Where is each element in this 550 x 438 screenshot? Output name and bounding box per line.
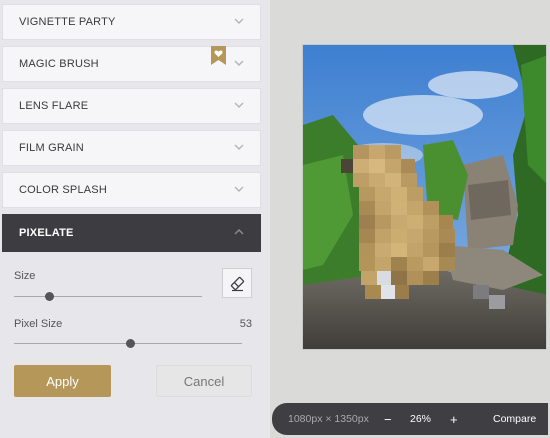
chevron-down-icon <box>234 102 244 108</box>
pixel-size-label: Pixel Size <box>14 318 63 330</box>
zoom-level: 26% <box>410 413 432 425</box>
pixel-size-slider-knob[interactable] <box>125 339 135 348</box>
section-label: MAGIC BRUSH <box>19 58 99 70</box>
section-pixelate[interactable]: PIXELATE <box>2 214 261 252</box>
image-dimensions: 1080px × 1350px <box>288 413 369 425</box>
chevron-down-icon <box>234 144 244 150</box>
chevron-down-icon <box>234 18 244 24</box>
apply-button[interactable]: Apply <box>14 365 111 397</box>
chevron-down-icon <box>234 186 244 192</box>
heart-bookmark-icon <box>211 46 226 65</box>
section-label: VIGNETTE PARTY <box>19 16 116 28</box>
size-slider-knob[interactable] <box>45 292 55 301</box>
canvas-area <box>270 0 550 438</box>
photo-preview[interactable] <box>302 44 547 350</box>
eraser-button[interactable] <box>222 268 252 298</box>
section-label: FILM GRAIN <box>19 142 84 154</box>
zoom-in-button[interactable]: + <box>450 412 458 427</box>
size-slider-track[interactable] <box>14 296 202 297</box>
section-label: PIXELATE <box>19 227 74 239</box>
section-label: COLOR SPLASH <box>19 184 107 196</box>
section-vignette-party[interactable]: VIGNETTE PARTY <box>2 4 261 40</box>
size-label: Size <box>14 270 36 282</box>
chevron-up-icon <box>234 229 244 235</box>
compare-button[interactable]: Compare <box>493 413 536 425</box>
effects-panel: VIGNETTE PARTY MAGIC BRUSH LENS FLARE FI… <box>0 0 270 438</box>
chevron-down-icon <box>234 60 244 66</box>
zoom-toolbar: 1080px × 1350px − 26% + Compare <box>272 403 548 435</box>
pixel-size-value: 53 <box>239 318 252 330</box>
section-color-splash[interactable]: COLOR SPLASH <box>2 172 261 208</box>
zoom-out-button[interactable]: − <box>384 412 392 427</box>
section-film-grain[interactable]: FILM GRAIN <box>2 130 261 166</box>
eraser-icon <box>230 276 244 291</box>
section-lens-flare[interactable]: LENS FLARE <box>2 88 261 124</box>
pixelated-dog-photo <box>303 45 546 349</box>
section-label: LENS FLARE <box>19 100 89 112</box>
cancel-button[interactable]: Cancel <box>156 365 252 397</box>
